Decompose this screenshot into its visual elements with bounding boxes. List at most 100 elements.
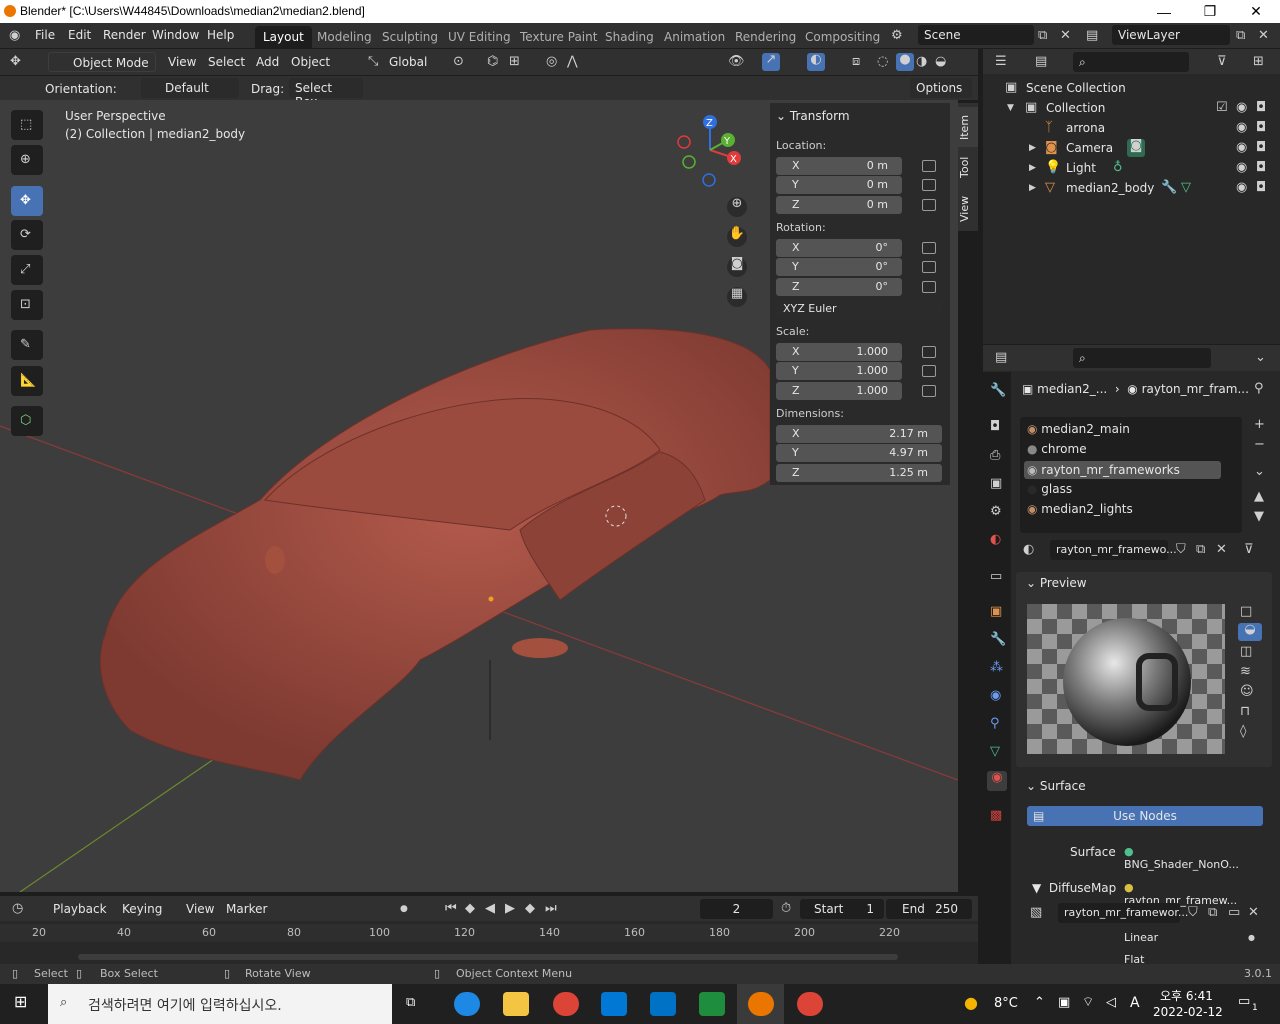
preview-monkey-icon[interactable]: ☺	[1240, 685, 1254, 699]
keyframe-dot-icon[interactable]: ●	[1248, 931, 1255, 945]
tab-modeling[interactable]: Modeling	[309, 26, 380, 48]
navigation-gizmo[interactable]: Z X Y	[674, 112, 754, 192]
chevron-right-icon[interactable]: ▶	[1029, 181, 1036, 195]
view-menu[interactable]: View	[186, 902, 214, 916]
camera-render-icon[interactable]: ◘	[1256, 181, 1266, 195]
menu-object[interactable]: Object	[291, 55, 330, 69]
file-explorer-icon[interactable]	[503, 992, 529, 1016]
menu-window[interactable]: Window	[152, 28, 199, 42]
material-slot[interactable]: ◉ median2_lights	[1027, 502, 1221, 521]
preview-hair-icon[interactable]: ≋	[1240, 665, 1251, 679]
overlay-toggle-icon[interactable]: ◐	[807, 53, 825, 71]
visibility-icon[interactable]: 👁	[728, 55, 745, 69]
transform-section-header[interactable]: ⌄ Transform	[776, 109, 850, 123]
slot-menu-icon[interactable]: ⌄	[1254, 465, 1265, 479]
lock-icon[interactable]	[922, 242, 936, 254]
keying-menu[interactable]: Keying	[122, 902, 162, 916]
blender-taskbar-button[interactable]	[737, 984, 784, 1024]
tab-uv-editing[interactable]: UV Editing	[440, 26, 519, 48]
end-frame-field[interactable]: End 250	[886, 899, 972, 919]
diffusemap-label[interactable]: ▼ DiffuseMap	[1032, 881, 1116, 895]
use-nodes-button[interactable]: ▤ Use Nodes	[1027, 806, 1263, 826]
properties-editor-icon[interactable]: ▤	[995, 351, 1007, 365]
material-name-field[interactable]: rayton_mr_framewo...	[1050, 540, 1177, 560]
weather-sun-icon[interactable]: ●	[964, 995, 978, 1011]
scale-z-field[interactable]: Z 1.000	[776, 382, 902, 400]
remove-slot-icon[interactable]: −	[1254, 438, 1265, 452]
task-view-icon[interactable]: ⧉	[406, 996, 415, 1010]
wifi-icon[interactable]: ⌔	[1082, 996, 1094, 1010]
wireframe-shading-icon[interactable]: ◌	[877, 55, 888, 69]
checkbox-icon[interactable]: ☑	[1216, 101, 1228, 115]
orientation-dropdown[interactable]: Default	[141, 78, 239, 98]
jump-end-icon[interactable]: ⏭	[545, 902, 557, 916]
camera-render-icon[interactable]: ◘	[1256, 141, 1266, 155]
gizmo-toggle-icon[interactable]: ↗	[762, 53, 780, 71]
timeline-scrollbar[interactable]	[78, 954, 898, 960]
select-box-tool[interactable]: ⬚	[11, 110, 43, 140]
camera-render-icon[interactable]: ◘	[1256, 101, 1266, 115]
view-layer-new-icon[interactable]: ⧉	[1236, 29, 1245, 43]
tool-tab-icon[interactable]: 🔧	[990, 384, 1006, 398]
start-frame-field[interactable]: Start 1	[800, 899, 884, 919]
move-up-icon[interactable]: ▲	[1254, 490, 1264, 504]
minimize-button[interactable]: —	[1141, 0, 1187, 23]
preview-sphere-icon[interactable]: ◒	[1238, 623, 1262, 641]
chevron-right-icon[interactable]: ▶	[1029, 141, 1036, 155]
duplicate-icon[interactable]: ⧉	[1208, 906, 1217, 920]
mail-icon[interactable]	[650, 992, 676, 1016]
preview-header[interactable]: ⌄ Preview	[1026, 576, 1087, 590]
material-shading-icon[interactable]: ◑	[916, 55, 927, 69]
particles-tab-icon[interactable]: ⁂	[990, 661, 1003, 675]
menu-help[interactable]: Help	[207, 28, 234, 42]
rotation-y-field[interactable]: Y 0°	[776, 258, 902, 276]
material-slot-selected[interactable]: ◉ rayton_mr_frameworks	[1024, 461, 1221, 479]
chrome-icon[interactable]	[797, 992, 823, 1016]
menu-add[interactable]: Add	[256, 55, 279, 69]
marker-menu[interactable]: Marker	[226, 902, 267, 916]
camera-view-icon[interactable]: ◙	[727, 257, 747, 277]
close-button[interactable]: ✕	[1233, 0, 1279, 23]
menu-select[interactable]: Select	[208, 55, 245, 69]
clock-time[interactable]: 오후 6:41	[1160, 987, 1213, 1004]
image-browse-icon[interactable]: ▧	[1030, 906, 1042, 920]
filter-icon[interactable]: ⊽	[1217, 55, 1227, 69]
menu-render[interactable]: Render	[103, 28, 146, 42]
tab-animation[interactable]: Animation	[656, 26, 733, 48]
display-mode-icon[interactable]: ▤	[1035, 55, 1047, 69]
preview-cube-icon[interactable]: ◫	[1240, 645, 1252, 659]
unlink-icon[interactable]: ✕	[1248, 906, 1259, 920]
material-tab-icon[interactable]: ◉	[987, 771, 1007, 791]
preview-fluid-icon[interactable]: ◊	[1240, 725, 1246, 739]
playback-menu[interactable]: Playback	[53, 902, 107, 916]
surface-header[interactable]: ⌄ Surface	[1026, 779, 1086, 793]
editor-type-icon[interactable]: ✥	[10, 55, 21, 69]
pivot-point-icon[interactable]: ⊙	[453, 55, 464, 69]
preview-flat-icon[interactable]: □	[1240, 605, 1252, 619]
add-cube-tool[interactable]: ⬡	[11, 406, 43, 436]
taskbar-search-box[interactable]: ⌕ 검색하려면 여기에 입력하십시오.	[48, 984, 392, 1024]
cursor-tool[interactable]: ⊕	[11, 145, 43, 175]
outliner-row-arrona[interactable]: ᛉ arrona ◉ ◘	[983, 118, 1280, 138]
outliner-row-median2-body[interactable]: ▶ ▽ median2_body 🔧 ▽ ◉ ◘	[983, 178, 1280, 198]
scale-tool[interactable]: ⤢	[11, 255, 43, 285]
constraints-tab-icon[interactable]: ⚲	[990, 717, 1000, 731]
stopwatch-icon[interactable]: ⏱	[781, 902, 791, 916]
material-slot[interactable]: ● chrome	[1027, 442, 1221, 461]
jump-start-icon[interactable]: ⏮	[445, 902, 457, 916]
lock-icon[interactable]	[922, 199, 936, 211]
menu-edit[interactable]: Edit	[68, 28, 91, 42]
outliner-row-light[interactable]: ▶ 💡 Light ♁ ◉ ◘	[983, 158, 1280, 178]
duplicate-icon[interactable]: ⧉	[1196, 543, 1205, 557]
rotation-x-field[interactable]: X 0°	[776, 239, 902, 257]
scale-x-field[interactable]: X 1.000	[776, 343, 902, 361]
ortho-grid-icon[interactable]: ▦	[727, 287, 747, 307]
move-down-icon[interactable]: ▼	[1254, 510, 1264, 524]
menu-view[interactable]: View	[168, 55, 196, 69]
projection-dropdown[interactable]: Flat	[1118, 953, 1244, 964]
rotation-mode-dropdown[interactable]: XYZ Euler	[776, 300, 942, 319]
lock-icon[interactable]	[922, 160, 936, 172]
dimensions-y-field[interactable]: Y 4.97 m	[776, 444, 942, 462]
dimensions-z-field[interactable]: Z 1.25 m	[776, 464, 942, 482]
lock-icon[interactable]	[922, 261, 936, 273]
